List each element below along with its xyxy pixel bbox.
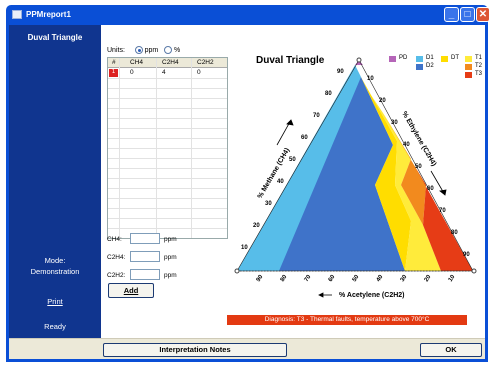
left-axis-arrow-head [286, 119, 294, 126]
bottom-tick-label: 90 [256, 274, 265, 283]
left-tick-label: 10 [241, 245, 248, 251]
right-tick-label: 60 [427, 186, 434, 192]
left-tick-label: 80 [325, 91, 332, 97]
left-tick-label: 60 [301, 135, 308, 141]
right-tick-label: 50 [415, 164, 422, 170]
bottom-tick-label: 10 [448, 274, 457, 283]
app-window: PPMreport1 _ □ ✕ Duval Triangle Mode: De… [6, 5, 490, 362]
title-bar[interactable]: PPMreport1 _ □ ✕ [9, 5, 490, 25]
left-tick-label: 70 [313, 113, 320, 119]
vertex-marker [234, 268, 240, 274]
right-tick-label: 20 [379, 98, 386, 104]
close-button[interactable]: ✕ [476, 7, 490, 22]
right-tick-label: 10 [367, 76, 374, 82]
interpretation-notes-button[interactable]: Interpretation Notes [103, 343, 287, 357]
maximize-icon: □ [464, 9, 471, 20]
bottom-tick-label: 80 [280, 274, 289, 283]
left-tick-label: 90 [337, 69, 344, 75]
bottom-tick-label: 50 [352, 274, 361, 283]
maximize-button[interactable]: □ [460, 7, 475, 22]
right-tick-label: 30 [391, 120, 398, 126]
bottom-tick-label: 20 [424, 274, 433, 283]
right-tick-label: 90 [463, 252, 470, 258]
diagnosis-bar: Diagnosis: T3 - Thermal faults, temperat… [227, 315, 467, 325]
bottom-tick-label: 30 [400, 274, 409, 283]
minimize-icon: _ [448, 9, 455, 20]
client-area: Duval Triangle Mode: Demonstration Print… [9, 25, 485, 359]
right-tick-label: 70 [439, 208, 446, 214]
vertex-marker [471, 268, 477, 274]
bottom-tick-label: 60 [328, 274, 337, 283]
bottom-toolbar: Interpretation Notes OK [9, 338, 485, 359]
left-tick-label: 20 [253, 223, 260, 229]
duval-triangle: 10 20 30 40 50 60 70 80 90 10 20 30 40 5… [234, 57, 477, 299]
minimize-button[interactable]: _ [444, 7, 459, 22]
right-tick-label: 80 [451, 230, 458, 236]
right-axis-arrow-head [439, 189, 447, 196]
window-title: PPMreport1 [26, 10, 71, 19]
app-icon [12, 10, 22, 19]
ok-button[interactable]: OK [420, 343, 482, 357]
close-icon: ✕ [478, 9, 488, 20]
left-tick-label: 50 [289, 157, 296, 163]
bottom-axis-title: % Acetylene (C2H2) [339, 292, 405, 299]
left-tick-label: 40 [277, 179, 284, 185]
vertex-marker [356, 57, 362, 63]
right-tick-label: 40 [403, 142, 410, 148]
bottom-tick-label: 40 [376, 274, 385, 283]
bottom-tick-label: 70 [304, 274, 313, 283]
bottom-axis-arrow-head [318, 292, 324, 298]
left-tick-label: 30 [265, 201, 272, 207]
